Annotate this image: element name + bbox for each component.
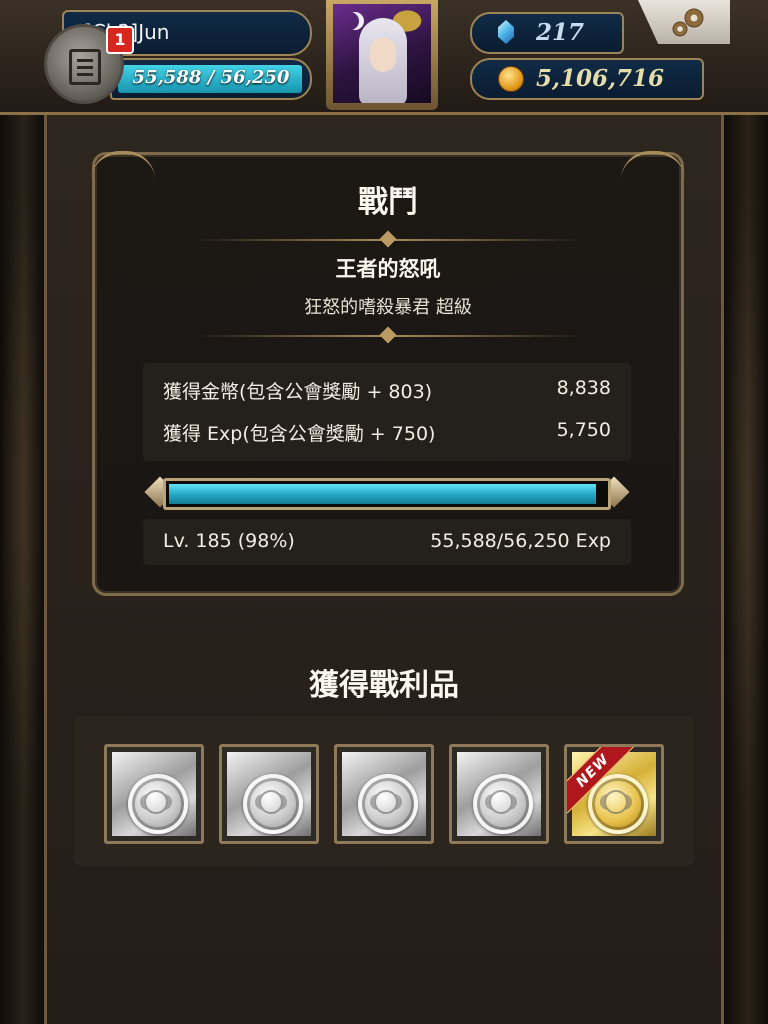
level-text: Lv. 185 (98%) — [163, 530, 295, 552]
silver-card-image — [457, 752, 541, 836]
reward-gold-value: 8,838 — [556, 377, 611, 399]
lotus-emblem-icon — [374, 790, 398, 814]
loot-item[interactable] — [219, 744, 319, 844]
lotus-emblem-icon — [604, 790, 628, 814]
reward-summary: 獲得金幣(包含公會獎勵 + 803) 8,838 獲得 Exp(包含公會獎勵 +… — [143, 363, 631, 461]
reward-exp-value: 5,750 — [556, 419, 611, 441]
exp-text: 55,588/56,250 Exp — [430, 530, 611, 552]
divider-bottom — [195, 326, 581, 344]
exp-bar-fill — [169, 484, 597, 504]
loot-item[interactable]: NEW — [564, 744, 664, 844]
crescent-moon-icon — [341, 12, 359, 30]
reward-gold-label: 獲得金幣(包含公會獎勵 + 803) — [163, 381, 433, 403]
lotus-emblem-icon — [259, 790, 283, 814]
player-exp-text: 55,588 / 56,250 — [132, 67, 290, 88]
panel-ornament-top-right — [621, 151, 685, 180]
silver-medal-icon — [473, 774, 533, 834]
loot-area: NEW — [74, 716, 694, 866]
exp-progress-bar — [144, 475, 630, 511]
battle-result-panel: 戰鬥 王者的怒吼 狂怒的嗜殺暴君 超級 獲得金幣(包含公會獎勵 + 803) 8… — [91, 151, 685, 596]
silver-card-image — [227, 752, 311, 836]
gem-count: 217 — [536, 19, 585, 46]
level-info: Lv. 185 (98%) 55,588/56,250 Exp — [143, 519, 631, 565]
hero-portrait[interactable] — [326, 0, 438, 110]
hero-face — [370, 38, 396, 72]
loot-item[interactable] — [449, 744, 549, 844]
hero-portrait-image — [333, 4, 431, 103]
coin-count: 5,106,716 — [536, 65, 665, 92]
player-exp-plate: 55,588 / 56,250 — [110, 58, 312, 100]
exp-bar-track — [163, 478, 611, 510]
gem-icon — [498, 20, 514, 44]
stage-name: 王者的怒吼 — [335, 257, 441, 281]
gem-counter[interactable]: 217 — [470, 12, 624, 54]
coin-icon — [498, 66, 524, 92]
silver-medal-icon — [243, 774, 303, 834]
loot-item[interactable] — [104, 744, 204, 844]
loot-title: 獲得戰利品 — [309, 668, 459, 703]
left-frame — [0, 0, 47, 1024]
lotus-emblem-icon — [144, 790, 168, 814]
panel-ornament-top-left — [91, 151, 155, 180]
silver-card-image — [112, 752, 196, 836]
silver-medal-icon — [358, 774, 418, 834]
gear-icon — [672, 8, 704, 37]
reward-row-exp: 獲得 Exp(包含公會獎勵 + 750) 5,750 — [163, 419, 611, 449]
silver-card-image — [342, 752, 426, 836]
divider-gem — [379, 230, 397, 248]
reward-exp-label: 獲得 Exp(包含公會獎勵 + 750) — [163, 423, 436, 445]
notification-badge: 1 — [106, 26, 134, 54]
silver-medal-icon — [128, 774, 188, 834]
divider-top — [195, 230, 581, 248]
coin-counter[interactable]: 5,106,716 — [470, 58, 704, 100]
battle-title: 戰鬥 — [358, 185, 418, 220]
stage-subtitle: 狂怒的嗜殺暴君 超級 — [304, 297, 472, 318]
lotus-emblem-icon — [489, 790, 513, 814]
divider-gem — [379, 326, 397, 344]
loot-item[interactable] — [334, 744, 434, 844]
reward-row-gold: 獲得金幣(包含公會獎勵 + 803) 8,838 — [163, 377, 611, 407]
top-bar: [Cl 2]Jun 55,588 / 56,250 1 217 5,106,71… — [0, 0, 768, 115]
right-frame — [721, 0, 768, 1024]
menu-list-icon — [69, 49, 101, 85]
